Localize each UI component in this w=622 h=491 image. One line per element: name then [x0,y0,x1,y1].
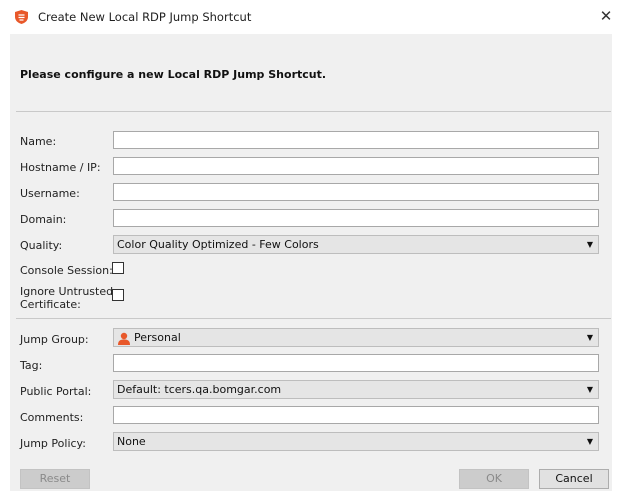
name-label: Name: [20,135,57,148]
username-input[interactable] [113,183,599,201]
ignore-cert-label: Ignore Untrusted Certificate: [20,285,113,311]
tag-label: Tag: [20,359,43,372]
name-input[interactable] [113,131,599,149]
dialog-heading: Please configure a new Local RDP Jump Sh… [20,68,327,81]
console-session-label: Console Session: [20,264,113,277]
divider [16,318,611,319]
ok-button[interactable]: OK [459,469,529,489]
comments-input[interactable] [113,406,599,424]
reset-button[interactable]: Reset [20,469,90,489]
comments-label: Comments: [20,411,84,424]
username-label: Username: [20,187,80,200]
divider [16,111,611,112]
jump-group-value: Personal [134,331,181,344]
hostname-input[interactable] [113,157,599,175]
tag-input[interactable] [113,354,599,372]
public-portal-select[interactable]: Default: tcers.qa.bomgar.com ▼ [113,380,599,399]
dropdown-arrow-icon: ▼ [586,385,593,394]
public-portal-value: Default: tcers.qa.bomgar.com [117,383,282,396]
quality-label: Quality: [20,239,63,252]
jump-policy-value: None [117,435,146,448]
window-title: Create New Local RDP Jump Shortcut [38,10,252,24]
hostname-label: Hostname / IP: [20,161,101,174]
quality-value: Color Quality Optimized - Few Colors [117,238,319,251]
domain-input[interactable] [113,209,599,227]
quality-select[interactable]: Color Quality Optimized - Few Colors ▼ [113,235,599,254]
shield-icon [15,10,28,24]
cancel-button[interactable]: Cancel [539,469,609,489]
dropdown-arrow-icon: ▼ [586,437,593,446]
public-portal-label: Public Portal: [20,385,92,398]
dropdown-arrow-icon: ▼ [586,333,593,342]
jump-group-label: Jump Group: [20,333,89,346]
ignore-cert-label-line2: Certificate: [20,298,81,311]
console-session-checkbox[interactable] [112,262,124,274]
person-icon [118,332,130,345]
jump-group-select[interactable]: Personal ▼ [113,328,599,347]
jump-policy-select[interactable]: None ▼ [113,432,599,451]
ignore-cert-checkbox[interactable] [112,289,124,301]
ignore-cert-label-line1: Ignore Untrusted [20,285,114,298]
close-button[interactable]: ✕ [596,6,616,26]
dropdown-arrow-icon: ▼ [586,240,593,249]
jump-policy-label: Jump Policy: [20,437,86,450]
domain-label: Domain: [20,213,67,226]
title-bar: Create New Local RDP Jump Shortcut ✕ [0,0,622,34]
